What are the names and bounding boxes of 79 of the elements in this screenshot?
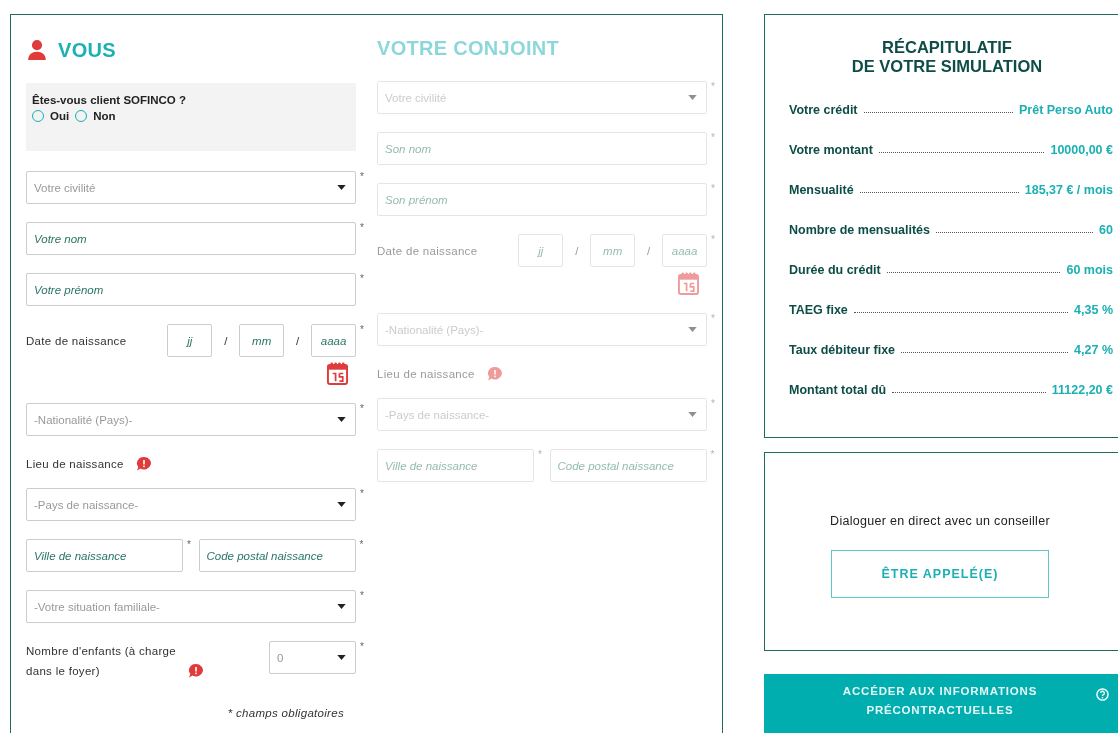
select-field[interactable]: -Nationalité (Pays)- (26, 403, 356, 436)
summary-value: 4,27 % (1074, 342, 1113, 359)
question-label: Êtes-vous client SOFINCO ? (32, 94, 187, 106)
text-input[interactable]: Code postal naissance (198, 539, 356, 572)
call-back-button[interactable]: ÊTRE APPELÉ(E) (831, 550, 1049, 599)
info-button[interactable]: ACCÉDER AUX INFORMATIONS PRÉCONTRACTUELLES (764, 673, 1118, 733)
summary-value: 60 mois (1066, 262, 1113, 279)
date-input[interactable]: aaaa (311, 324, 357, 357)
field-label: Lieu de naissance (377, 368, 475, 380)
select-field[interactable]: 0 (269, 641, 356, 674)
required-mark: * (359, 488, 365, 500)
summary-title: DE VOTRE SIMULATION (851, 57, 1043, 76)
summary-value: 185,37 € / mois (1024, 182, 1113, 199)
required-mark: * (359, 324, 365, 336)
text-input[interactable]: Ville de naissance (26, 539, 183, 572)
summary-label: TAEG fixe (789, 302, 848, 319)
summary-value: 4,35 % (1074, 302, 1113, 319)
summary-title: RÉCAPITULATIF (882, 38, 1012, 57)
date-separator: / (223, 334, 229, 347)
footnote: * champs obligatoires (226, 707, 344, 719)
field-label: Lieu de naissance (26, 458, 124, 470)
caret-icon (688, 327, 697, 332)
field-label: Date de naissance (377, 244, 479, 257)
caret-icon (337, 417, 346, 422)
summary-label: Nombre de mensualités (789, 222, 930, 239)
required-mark: * (710, 234, 716, 246)
field-label: Date de naissance (26, 334, 128, 347)
caret-icon (688, 95, 697, 100)
required-mark: * (710, 81, 716, 93)
caret-icon (337, 185, 346, 190)
summary-value: 11122,20 € (1051, 382, 1113, 399)
required-mark: * (710, 183, 716, 195)
help-bubble-icon[interactable] (188, 664, 204, 678)
help-bubble-icon[interactable] (135, 457, 152, 471)
help-icon[interactable] (1096, 687, 1109, 701)
section-title: VOUS (58, 38, 116, 62)
required-mark: * (186, 539, 192, 551)
required-mark: * (359, 403, 365, 415)
info-label[interactable]: ACCÉDER AUX INFORMATIONS PRÉCONTRACTUELLES (820, 681, 1060, 720)
summary-label: Mensualité (789, 182, 854, 199)
section-title: VOTRE CONJOINT (377, 36, 559, 60)
field-label: Nombre d'enfants (à charge dans le foyer) (26, 644, 177, 679)
summary-label: Votre montant (789, 142, 873, 159)
required-mark: * (709, 449, 716, 461)
radio-label[interactable]: Oui (50, 110, 70, 122)
caret-icon (337, 655, 346, 660)
date-separator: / (646, 244, 652, 257)
select-field[interactable]: -Votre situation familiale- (26, 590, 356, 623)
summary-label: Taux débiteur fixe (789, 342, 896, 359)
required-mark: * (359, 641, 365, 653)
caret-icon (337, 604, 346, 609)
summary-label: Votre crédit (789, 102, 858, 119)
summary-value: Prêt Perso Auto (1019, 102, 1113, 119)
summary-label: Montant total dû (789, 382, 887, 399)
date-input[interactable]: jj (167, 324, 213, 357)
radio-label[interactable]: Non (93, 110, 116, 122)
text-input[interactable]: Votre nom (26, 222, 356, 255)
summary-value: 10000,00 € (1050, 142, 1113, 159)
required-mark: * (359, 273, 365, 285)
summary-value: 60 (1099, 222, 1113, 239)
contact-text: Dialoguer en direct avec un conseiller (830, 514, 1050, 529)
select-field[interactable]: -Pays de naissance- (26, 488, 356, 521)
date-input[interactable]: mm (239, 324, 285, 357)
required-mark: * (359, 590, 365, 602)
date-separator: / (295, 334, 301, 347)
text-input[interactable]: Votre prénom (26, 273, 356, 306)
required-mark: * (710, 398, 716, 410)
required-mark: * (710, 313, 716, 325)
required-mark: * (537, 449, 543, 461)
calendar-icon[interactable] (327, 362, 348, 385)
date-separator: / (574, 244, 580, 257)
required-mark: * (710, 132, 716, 144)
summary-label: Durée du crédit (789, 262, 881, 279)
required-mark: * (359, 222, 365, 234)
required-mark: * (358, 539, 365, 551)
caret-icon (688, 412, 697, 417)
caret-icon (337, 502, 346, 507)
required-mark: * (359, 171, 365, 183)
select-field[interactable]: Votre civilité (26, 171, 356, 204)
